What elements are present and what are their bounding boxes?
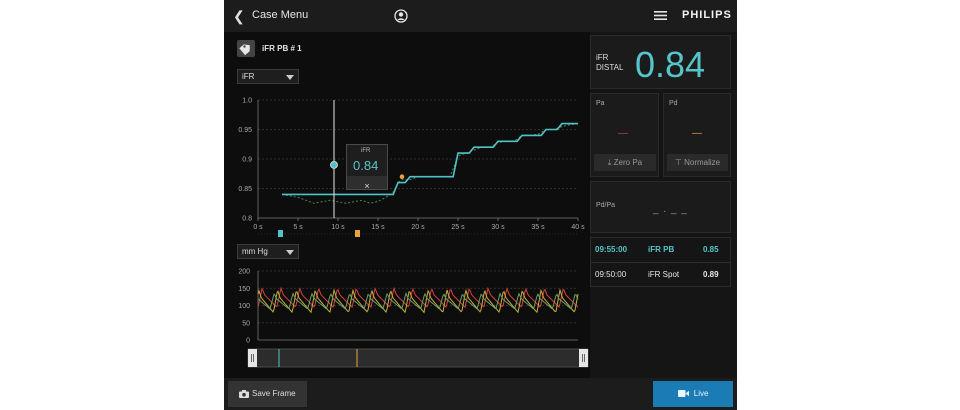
y-tick-label: 150 xyxy=(238,286,250,293)
y-tick-label: 0.95 xyxy=(238,127,252,134)
scrubber-right-handle[interactable] xyxy=(579,349,588,367)
app-window: ❮ Case Menu PHILIPS iFR PB # 1 iFR 0.8 0.… xyxy=(224,0,737,410)
history-list: 09:55:00 iFR PB 0.85 09:50:00 iFR Spot 0… xyxy=(590,237,731,287)
bottom-bar: Save Frame Live xyxy=(224,378,737,410)
y-tick-label: 0 xyxy=(246,338,250,345)
pd-value: — xyxy=(692,128,702,139)
save-frame-button[interactable]: Save Frame xyxy=(228,381,307,407)
pa-label: Pa xyxy=(596,100,605,107)
y-tick-label: 0.85 xyxy=(238,186,252,193)
history-value: 0.89 xyxy=(703,270,719,279)
chevron-down-icon xyxy=(286,250,294,255)
pdpa-value: _ . _ _ xyxy=(653,204,688,215)
ifr-select[interactable]: iFR xyxy=(237,69,299,84)
pressure-unit-value: mm Hg xyxy=(242,247,268,256)
pd-label: Pd xyxy=(669,100,678,107)
scrubber-left-handle[interactable] xyxy=(248,349,257,367)
y-tick-label: 0.9 xyxy=(242,157,252,164)
live-button[interactable]: Live xyxy=(653,381,733,407)
recording-title: iFR PB # 1 xyxy=(262,44,302,53)
y-tick-label: 50 xyxy=(242,320,250,327)
chevron-left-icon[interactable]: ❮ xyxy=(233,8,249,24)
pdpa-panel: Pd/Pa _ . _ _ xyxy=(590,181,731,233)
user-circle-icon[interactable] xyxy=(394,9,408,23)
divider xyxy=(591,262,730,263)
case-menu-title[interactable]: Case Menu xyxy=(252,9,308,21)
timeline-scrubber[interactable] xyxy=(224,348,590,370)
history-time: 09:50:00 xyxy=(595,270,627,279)
live-label: Live xyxy=(693,389,709,398)
tooltip-close-bar[interactable]: × xyxy=(347,176,387,191)
top-bar: ❮ Case Menu PHILIPS xyxy=(224,0,737,32)
end-marker[interactable] xyxy=(399,174,405,179)
save-frame-label: Save Frame xyxy=(252,389,296,398)
ifr-distal-label-2: DISTAL xyxy=(596,63,624,72)
tag-icon xyxy=(237,40,255,57)
pressure-waveform-line xyxy=(257,288,579,314)
tooltip-value: 0.84 xyxy=(353,158,379,173)
brand-logo: PHILIPS xyxy=(682,9,732,21)
history-time: 09:55:00 xyxy=(595,245,628,254)
timeline-start-marker[interactable] xyxy=(278,230,283,237)
pressure-waveform-chart[interactable]: 0 50 100 150 200 xyxy=(224,266,590,346)
ifr-distal-panel: iFR DISTAL 0.84 xyxy=(590,35,731,89)
hamburger-menu-icon[interactable] xyxy=(654,10,667,21)
pressure-unit-select[interactable]: mm Hg xyxy=(237,244,299,259)
pa-panel: Pa — ⤓ Zero Pa xyxy=(590,93,659,177)
ifr-select-value: iFR xyxy=(242,72,255,81)
history-name: iFR PB xyxy=(648,245,675,254)
camera-icon xyxy=(239,390,249,398)
ifr-distal-value: 0.84 xyxy=(635,44,706,85)
y-tick-label: 100 xyxy=(238,303,250,310)
y-tick-label: 200 xyxy=(238,269,250,276)
y-tick-label: 1.0 xyxy=(242,98,252,105)
history-name: iFR Spot xyxy=(648,270,680,279)
ifr-tooltip: iFR 0.84 × xyxy=(346,144,388,191)
ifr-trend-chart[interactable]: 0.80.850.90.951.00 s5 s 10 s 15 s 20 s 25 s3… xyxy=(224,90,590,240)
normalize-icon: ⊤ xyxy=(674,158,682,167)
pd-panel: Pd — ⊤ Normalize xyxy=(663,93,731,177)
timeline-end-marker[interactable] xyxy=(355,230,360,237)
close-icon[interactable]: × xyxy=(364,181,369,191)
timeline-markers xyxy=(258,230,578,237)
chevron-down-icon xyxy=(286,75,294,80)
zero-pa-button[interactable]: ⤓ Zero Pa xyxy=(594,154,656,171)
download-icon: ⤓ xyxy=(607,158,612,167)
tooltip-label: iFR xyxy=(361,148,371,154)
y-tick-label: 0.8 xyxy=(242,216,252,223)
pa-value: — xyxy=(618,128,628,139)
normalize-button[interactable]: ⊤ Normalize xyxy=(667,154,728,171)
start-marker[interactable] xyxy=(330,161,338,169)
video-camera-icon xyxy=(677,390,689,398)
pdpa-label: Pd/Pa xyxy=(596,202,616,209)
history-value: 0.85 xyxy=(703,245,719,254)
ifr-distal-label-1: iFR xyxy=(596,53,609,62)
zero-pa-label: Zero Pa xyxy=(613,158,643,167)
scrubber-track[interactable] xyxy=(247,348,589,368)
right-sidebar: iFR DISTAL 0.84 Pa — ⤓ Zero Pa Pd — ⊤ No… xyxy=(590,32,737,378)
normalize-label: Normalize xyxy=(684,158,721,167)
main-panel: iFR PB # 1 iFR 0.8 0.85 0.9 0.95 1.0 0 s5 s 10… xyxy=(224,32,590,378)
